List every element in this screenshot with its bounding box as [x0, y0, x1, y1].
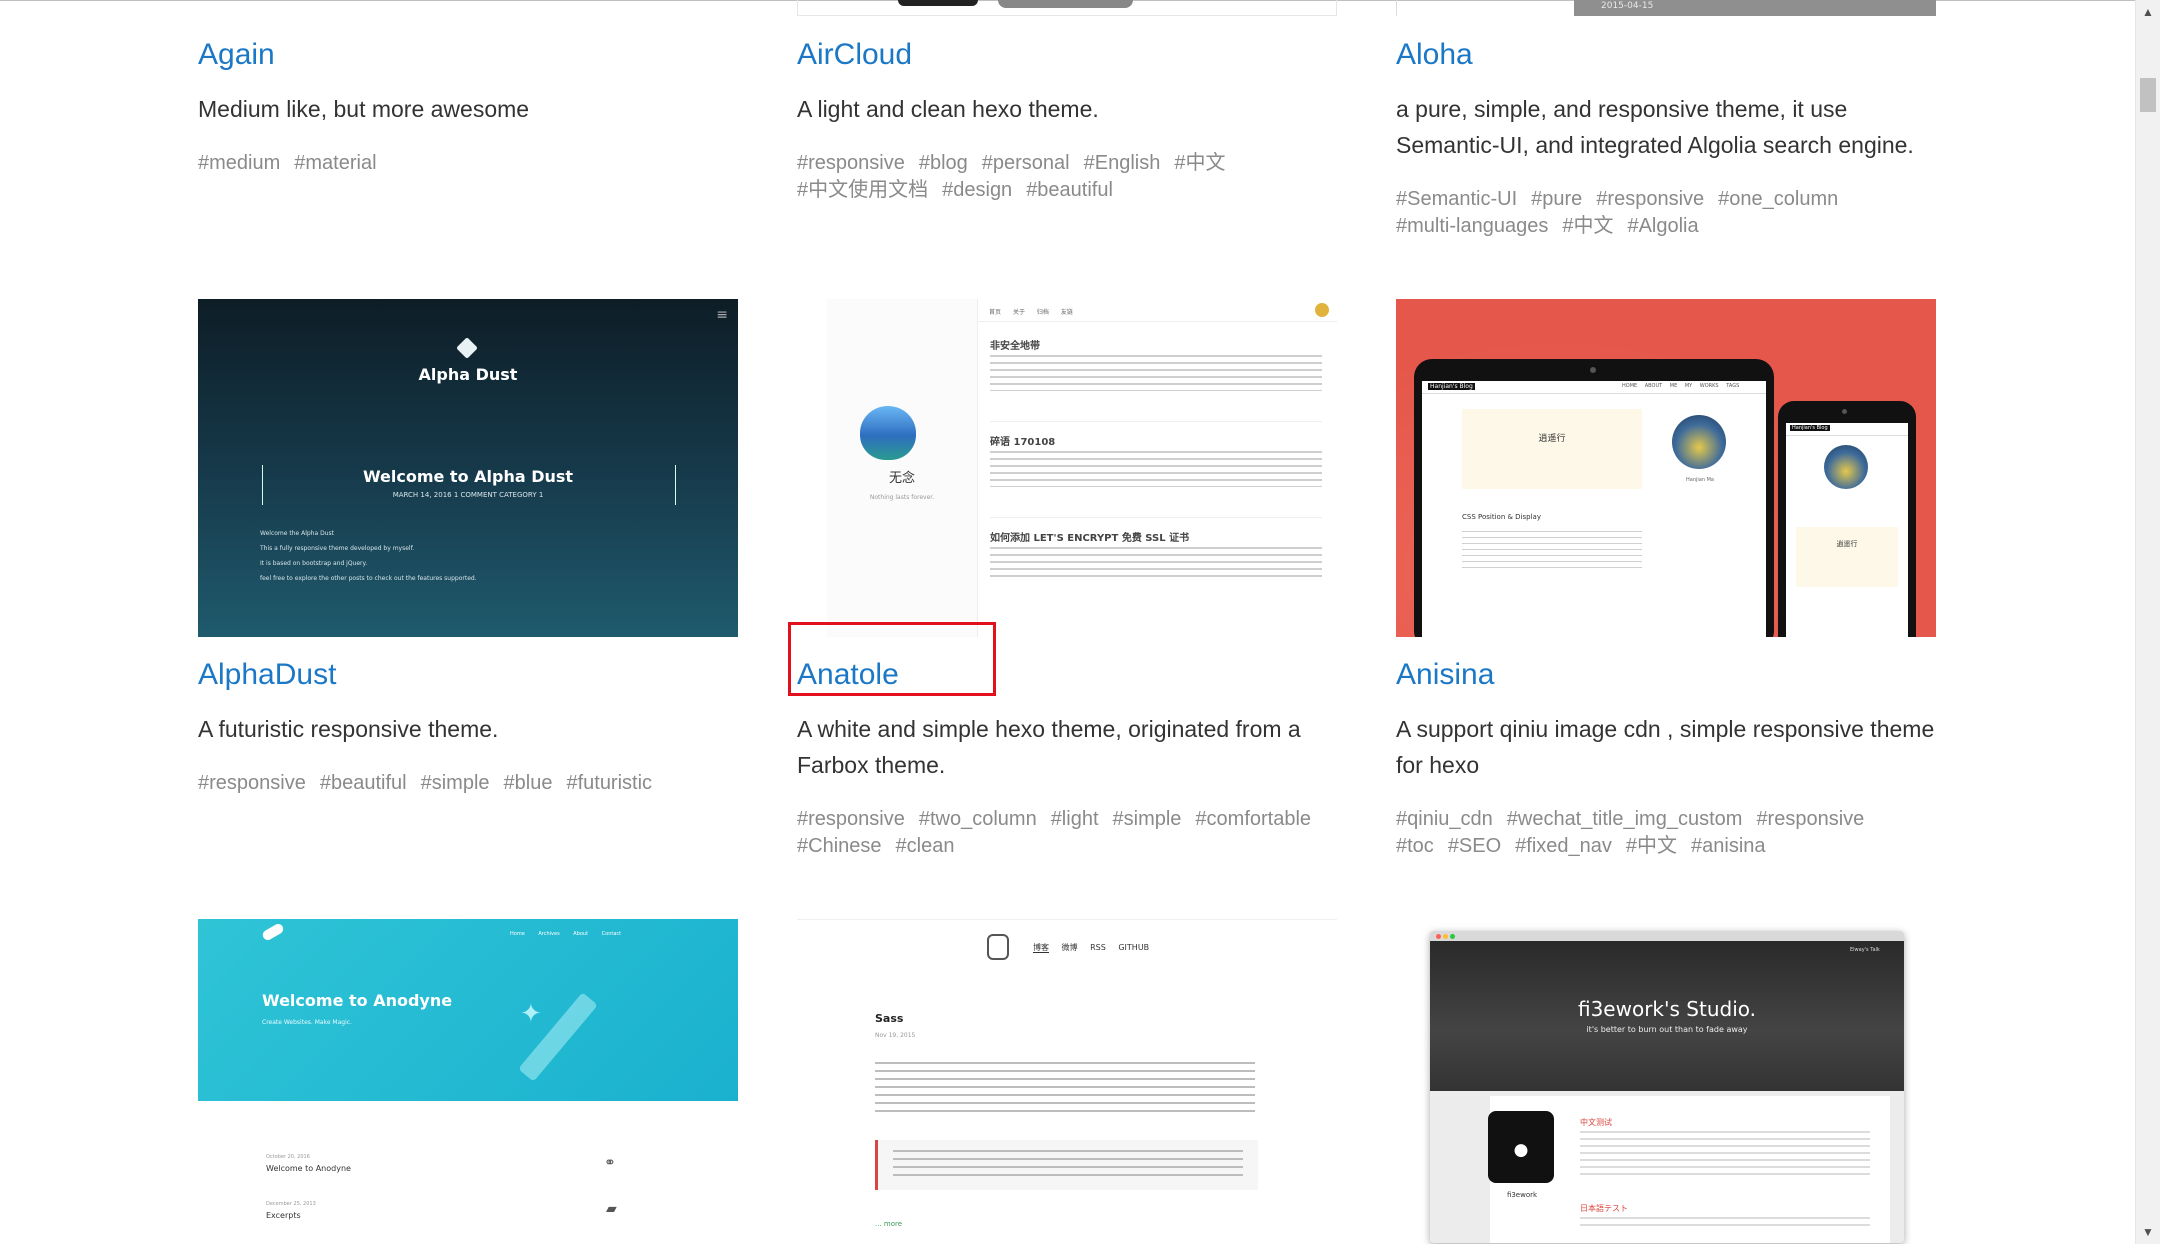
- theme-thumb-anisina[interactable]: Hanjian's Blog HOME ABOUT ME MY WORKS TA…: [1396, 299, 1936, 637]
- tag[interactable]: #light: [1051, 808, 1099, 830]
- theme-thumb-apollo[interactable]: 博客 微博 RSS GITHUB Sass Nov 19, 2015 ... m…: [797, 919, 1337, 1245]
- tag[interactable]: #beautiful: [320, 772, 407, 794]
- avatar: [1488, 1111, 1554, 1183]
- preview-blog: Hanjian's Blog: [1428, 383, 1475, 390]
- tag[interactable]: #beautiful: [1026, 179, 1113, 201]
- theme-thumb-anatole[interactable]: 无念 Nothing lasts forever. 首页 关于 归档 友链 非安…: [797, 299, 1337, 637]
- theme-desc-again: Medium like, but more awesome: [198, 96, 530, 122]
- theme-tags-anatole: #responsive #two_column #light #simple #comf…: [797, 806, 1357, 860]
- preview-post-title: 如何添加 LET'S ENCRYPT 免费 SSL 证书: [990, 533, 1190, 544]
- preview-logo: Alpha Dust: [418, 365, 518, 384]
- theme-tags-alphadust: #responsive #beautiful #simple #blue #futuri…: [198, 770, 758, 797]
- tag[interactable]: #blog: [919, 152, 968, 174]
- theme-title-aloha[interactable]: Aloha: [1396, 37, 1473, 73]
- vertical-scrollbar[interactable]: ▲ ▼: [2135, 0, 2160, 1244]
- preview-post-title: Sass: [875, 1012, 904, 1025]
- theme-thumb-alphadust[interactable]: ≡ Alpha Dust Welcome to Alpha Dust MARCH…: [198, 299, 738, 637]
- tag[interactable]: #anisina: [1691, 835, 1766, 857]
- tag[interactable]: #simple: [421, 772, 490, 794]
- tag[interactable]: #personal: [982, 152, 1070, 174]
- tag[interactable]: #clean: [896, 835, 955, 857]
- tag[interactable]: #English: [1084, 152, 1161, 174]
- tag[interactable]: #futuristic: [566, 772, 652, 794]
- tag[interactable]: #responsive: [1756, 808, 1864, 830]
- theme-tags-anisina: #qiniu_cdn #wechat_title_img_custom #respo…: [1396, 806, 1956, 860]
- tag[interactable]: #medium: [198, 152, 280, 174]
- theme-title-alphadust[interactable]: AlphaDust: [198, 657, 336, 693]
- preview-brand: 无念: [888, 471, 915, 486]
- theme-desc-alphadust: A futuristic responsive theme.: [198, 716, 499, 742]
- preview-welcome: Welcome to Anodyne: [262, 991, 453, 1010]
- preview-title: fi3ework's Studio.: [1577, 997, 1756, 1021]
- tag[interactable]: #fixed_nav: [1515, 835, 1612, 857]
- theme-thumb-aloha[interactable]: 2015-04-15: [1396, 0, 1936, 16]
- tag[interactable]: #中文: [1562, 215, 1613, 237]
- scroll-down-arrow-icon[interactable]: ▼: [2136, 1220, 2160, 1244]
- tag[interactable]: #pure: [1531, 188, 1582, 210]
- scrollbar-thumb[interactable]: [2140, 78, 2156, 112]
- highlight-box: [788, 622, 996, 696]
- tag[interactable]: #blue: [504, 772, 553, 794]
- theme-desc-anisina: A support qiniu image cdn , simple respo…: [1396, 716, 1935, 778]
- theme-thumb-studio[interactable]: Elway's Talk fi3ework's Studio. it's bet…: [1396, 919, 1936, 1244]
- preview-nav: Home Archives About Contact: [510, 931, 622, 937]
- tag[interactable]: #qiniu_cdn: [1396, 808, 1493, 830]
- preview-poem: 逍遥行: [1538, 434, 1566, 444]
- tag[interactable]: #Semantic-UI: [1396, 188, 1517, 210]
- tag[interactable]: #Algolia: [1627, 215, 1698, 237]
- theme-desc-aircloud: A light and clean hexo theme.: [797, 96, 1099, 122]
- preview-lines: Welcome the Alpha Dust This a fully resp…: [260, 530, 477, 582]
- tag[interactable]: #material: [294, 152, 376, 174]
- theme-tags-aircloud: #responsive #blog #personal #English #中文 #中文使…: [797, 150, 1357, 204]
- tag[interactable]: #responsive: [797, 152, 905, 174]
- cube-icon: [456, 337, 478, 359]
- theme-thumb-anodyne[interactable]: Home Archives About Contact Welcome to A…: [198, 919, 738, 1244]
- tag[interactable]: #Chinese: [797, 835, 882, 857]
- tag[interactable]: #one_column: [1718, 188, 1838, 210]
- theme-thumb-aircloud[interactable]: [797, 0, 1337, 16]
- menu-icon: ≡: [716, 307, 728, 323]
- robot-logo-icon: [987, 934, 1009, 960]
- theme-desc-anatole: A white and simple hexo theme, originate…: [797, 716, 1301, 778]
- tag[interactable]: #wechat_title_img_custom: [1507, 808, 1743, 830]
- preview-post-title: 碎语 170108: [990, 437, 1056, 448]
- preview-post-title: 非安全地带: [990, 341, 1040, 352]
- preview-sub: Nothing lasts forever.: [869, 494, 935, 501]
- tag[interactable]: #two_column: [919, 808, 1037, 830]
- theme-tags-aloha: #Semantic-UI #pure #responsive #one_column #…: [1396, 186, 1956, 240]
- theme-title-aircloud[interactable]: AirCloud: [797, 37, 912, 73]
- tag[interactable]: #中文: [1174, 152, 1225, 174]
- tag[interactable]: #simple: [1113, 808, 1182, 830]
- tag[interactable]: #comfortable: [1195, 808, 1311, 830]
- preview-meta: MARCH 14, 2016 1 COMMENT CATEGORY 1: [392, 491, 544, 499]
- tag[interactable]: #responsive: [797, 808, 905, 830]
- tag[interactable]: #toc: [1396, 835, 1434, 857]
- preview-welcome: Welcome to Alpha Dust: [362, 467, 574, 486]
- tablet-mockup: Hanjian's Blog HOME ABOUT ME MY WORKS TA…: [1414, 359, 1774, 637]
- anatole-logo: [860, 406, 916, 460]
- theme-title-anisina[interactable]: Anisina: [1396, 657, 1494, 693]
- tag[interactable]: #中文使用文档: [797, 179, 928, 201]
- preview-post: CSS Position & Display: [1462, 513, 1541, 521]
- tag[interactable]: #responsive: [1596, 188, 1704, 210]
- theme-desc-aloha: a pure, simple, and responsive theme, it…: [1396, 96, 1914, 158]
- book-icon: ▰: [606, 1201, 617, 1217]
- tag[interactable]: #中文: [1626, 835, 1677, 857]
- preview-date: 2015-04-15: [1601, 1, 1654, 11]
- tag[interactable]: #multi-languages: [1396, 215, 1548, 237]
- preview-sub: Create Websites. Make Magic.: [262, 1019, 352, 1026]
- scroll-up-arrow-icon[interactable]: ▲: [2136, 0, 2160, 24]
- sparkle-icon: ✦: [520, 999, 542, 1029]
- preview-nav: 博客 微博 RSS GITHUB: [1033, 943, 1150, 953]
- preview-nav: 首页 关于 归档 友链: [989, 309, 1073, 316]
- tag[interactable]: #SEO: [1448, 835, 1501, 857]
- phone-mockup: Hanjian's Blog 逍遥行: [1778, 401, 1916, 637]
- handshake-icon: ⚭: [604, 1155, 616, 1171]
- theme-title-again[interactable]: Again: [198, 37, 275, 73]
- tag[interactable]: #design: [942, 179, 1012, 201]
- theme-tags-again: #medium #material: [198, 150, 758, 177]
- tag[interactable]: #responsive: [198, 772, 306, 794]
